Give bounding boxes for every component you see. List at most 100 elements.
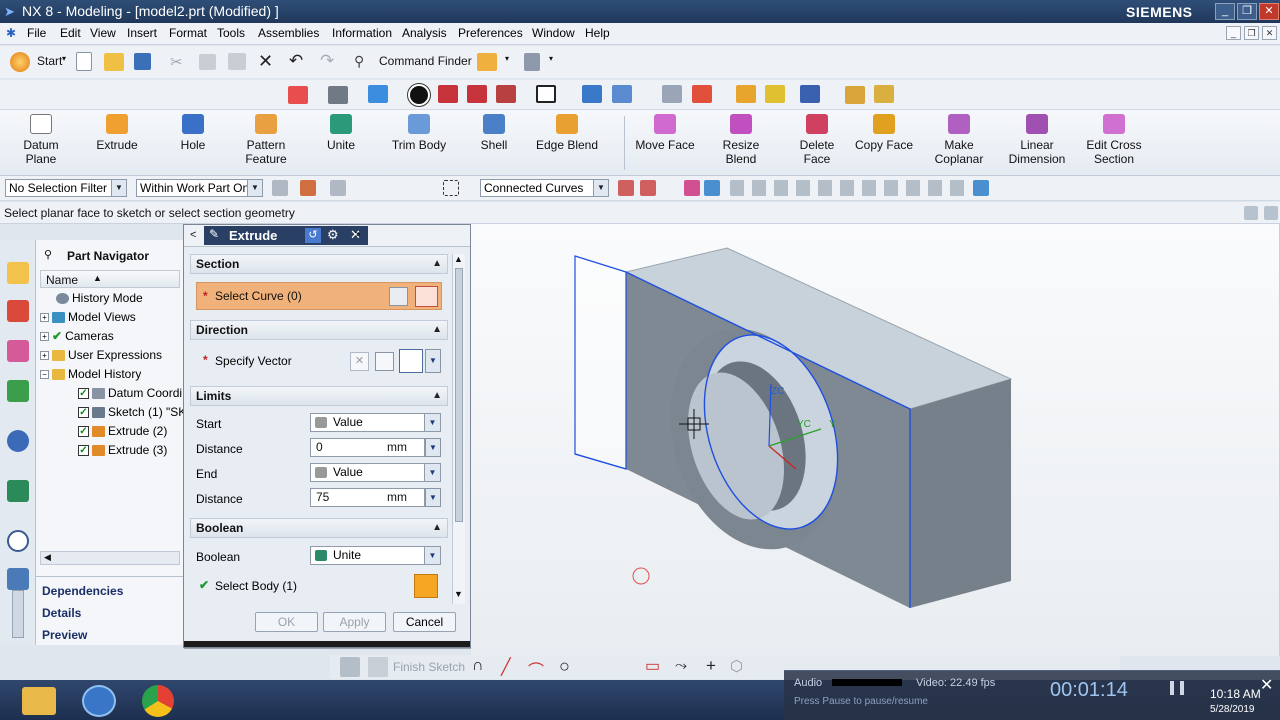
details-panel[interactable]: Details (42, 606, 81, 620)
ribbon-move-face-button[interactable]: Move Face (634, 114, 696, 152)
menu-assemblies[interactable]: Assemblies (258, 26, 319, 40)
snap-points-icon[interactable] (730, 180, 970, 196)
column-header[interactable]: Name ▲ (40, 270, 180, 288)
analysis-icon[interactable] (765, 85, 785, 103)
circle-icon[interactable]: ○ (559, 656, 570, 677)
visibility-checkbox[interactable]: ✓ (78, 388, 89, 400)
tree-item-datum-csys[interactable]: ✓ Datum Coordi (78, 384, 182, 403)
chevron-down-icon[interactable]: ▾ (549, 54, 553, 63)
cancel-button[interactable]: Cancel (393, 612, 456, 632)
menu-tools[interactable]: Tools (217, 26, 245, 40)
menu-preferences[interactable]: Preferences (458, 26, 523, 40)
expand-icon[interactable]: + (40, 332, 49, 342)
ribbon-edge-blend-button[interactable]: Edge Blend (530, 114, 604, 152)
scroll-down-icon[interactable]: ▼ (454, 589, 463, 599)
reuse-library-icon[interactable] (7, 380, 29, 402)
mdi-close-button[interactable]: ✕ (1262, 26, 1277, 40)
close-button[interactable]: ✕ (1259, 3, 1279, 20)
boolean-dropdown[interactable]: Unite ▼ (310, 546, 441, 565)
menu-format[interactable]: Format (169, 26, 207, 40)
start-icon[interactable] (10, 52, 30, 72)
fit-view-icon[interactable] (288, 86, 308, 104)
tree-item-user-expressions[interactable]: + User Expressions (40, 346, 162, 365)
cube-split-icon[interactable] (496, 85, 516, 103)
menu-help[interactable]: Help (585, 26, 610, 40)
visibility-checkbox[interactable]: ✓ (78, 407, 89, 419)
collapse-icon[interactable]: − (40, 370, 49, 380)
command-finder-icon[interactable]: ⚲ (354, 53, 364, 70)
web-browser-icon[interactable] (7, 430, 29, 452)
chrome-icon[interactable] (142, 685, 174, 717)
constraint-navigator-icon[interactable] (7, 300, 29, 322)
menu-insert[interactable]: Insert (127, 26, 157, 40)
curve-select-icon[interactable] (415, 286, 438, 307)
apply-button[interactable]: Apply (323, 612, 386, 632)
pause-icon[interactable] (1170, 681, 1184, 695)
visibility-checkbox[interactable]: ✓ (78, 445, 89, 457)
end-distance-input[interactable]: 75 mm (310, 488, 425, 507)
sketch-icon[interactable] (340, 657, 360, 677)
arc-icon[interactable]: ⌒ (528, 657, 544, 681)
polygon-icon[interactable]: ⬡ (730, 657, 743, 675)
assembly-navigator-icon[interactable] (7, 262, 29, 284)
dialog-scrollbar[interactable]: ▲ ▼ (452, 254, 465, 604)
section-sketch-icon[interactable] (389, 287, 408, 306)
collapse-icon[interactable]: ▲ (432, 321, 442, 339)
profile-icon[interactable]: ∩ (472, 657, 484, 675)
drafting-icon[interactable] (874, 85, 894, 103)
select-curve-row[interactable]: * Select Curve (0) (196, 282, 442, 310)
start-distance-menu[interactable]: ▼ (425, 438, 441, 457)
gear-icon[interactable]: ⚙ (327, 227, 339, 243)
copy-icon[interactable] (199, 54, 216, 70)
start-button[interactable]: Start (37, 54, 62, 68)
intersection-icon[interactable] (618, 180, 634, 196)
chevron-right-icon[interactable]: > (354, 229, 360, 241)
boolean-group-header[interactable]: Boolean ▲ (190, 518, 448, 538)
feature-curves-icon[interactable] (684, 180, 700, 196)
selection-options-icon[interactable] (524, 53, 540, 71)
point-icon[interactable]: + (706, 656, 716, 676)
tree-item-history-mode[interactable]: History Mode (56, 289, 143, 308)
end-distance-menu[interactable]: ▼ (425, 488, 441, 507)
chevron-left-icon[interactable]: ◀ (44, 552, 51, 563)
ribbon-resize-blend-button[interactable]: Resize Blend (714, 114, 768, 166)
ok-button[interactable]: OK (255, 612, 318, 632)
scope-dropdown[interactable]: Within Work Part Onl ▼ (136, 179, 263, 197)
layer-settings-icon[interactable] (662, 85, 682, 103)
clock-icon[interactable] (7, 530, 29, 552)
tree-item-model-views[interactable]: + Model Views (40, 308, 136, 327)
resource-scrollbar[interactable] (12, 590, 24, 638)
follow-fillet-icon[interactable] (704, 180, 720, 196)
shaded-icon[interactable] (408, 84, 430, 106)
new-file-icon[interactable] (76, 52, 92, 71)
ribbon-pattern-feature-button[interactable]: Pattern Feature (240, 114, 292, 166)
quick-pick-icon[interactable] (973, 180, 989, 196)
stop-at-intersection-icon[interactable] (640, 180, 656, 196)
system-materials-icon[interactable] (7, 568, 29, 590)
tree-item-extrude-2[interactable]: ✓ Extrude (2) (78, 422, 167, 441)
tree-item-sketch[interactable]: ✓ Sketch (1) "SK (78, 403, 186, 422)
paste-icon[interactable] (228, 53, 246, 70)
vector-dialog-icon[interactable] (375, 352, 394, 371)
curve-rule-dropdown[interactable]: Connected Curves ▼ (480, 179, 609, 197)
file-explorer-icon[interactable] (22, 687, 56, 715)
tree-item-cameras[interactable]: + ✔ Cameras (40, 327, 114, 346)
chevron-down-icon[interactable]: ▾ (62, 54, 66, 63)
render-style-icon[interactable] (328, 86, 348, 104)
open-folder-icon[interactable] (104, 53, 124, 71)
menu-window[interactable]: Window (532, 26, 575, 40)
expand-icon[interactable]: + (40, 313, 49, 323)
start-distance-input[interactable]: 0 mm (310, 438, 425, 457)
collapse-icon[interactable]: ▲ (432, 255, 442, 273)
mdi-restore-button[interactable]: ❐ (1244, 26, 1259, 40)
dialog-title-bar[interactable]: ✎ Extrude ↺ ⚙ ✕ (204, 226, 368, 245)
preview-panel[interactable]: Preview (42, 628, 87, 642)
ribbon-linear-dimension-button[interactable]: Linear Dimension (1006, 114, 1068, 166)
background-icon[interactable] (536, 85, 556, 103)
orient-view-icon[interactable] (368, 85, 388, 103)
graphics-window[interactable]: ZC YC Y (471, 224, 1280, 656)
limits-group-header[interactable]: Limits ▲ (190, 386, 448, 406)
ribbon-hole-button[interactable]: Hole (168, 114, 218, 152)
menu-file[interactable]: File (27, 26, 46, 40)
menu-information[interactable]: Information (332, 26, 392, 40)
